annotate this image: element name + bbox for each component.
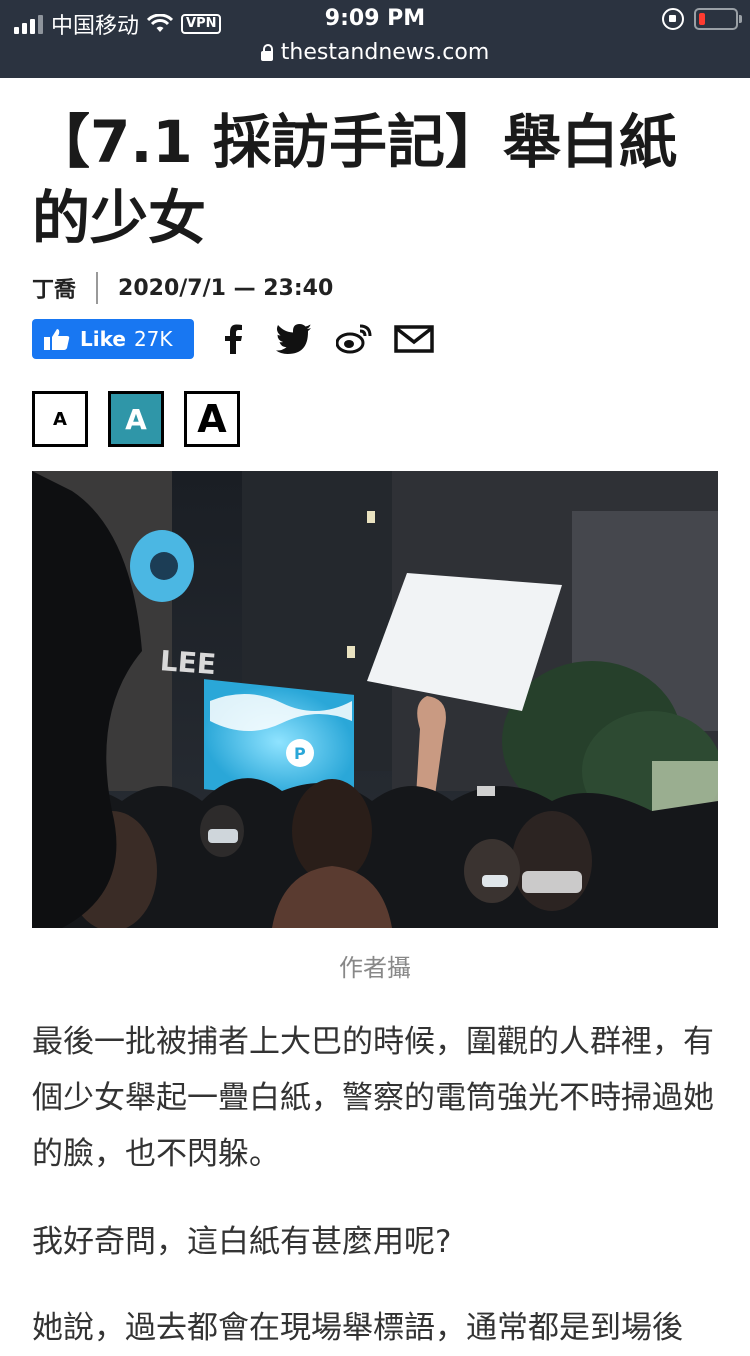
font-size-large-button[interactable]: A: [184, 391, 240, 447]
protest-photo-illustration: P LEE: [32, 471, 718, 928]
meta-divider: [96, 272, 99, 304]
facebook-share-button[interactable]: [214, 319, 254, 359]
address-bar[interactable]: thestandnews.com: [0, 40, 750, 65]
paragraph: 我好奇問，這白紙有甚麼用呢?: [32, 1224, 452, 1260]
author-name[interactable]: 丁喬: [32, 272, 76, 304]
font-size-medium-button[interactable]: A: [108, 391, 164, 447]
svg-text:LEE: LEE: [159, 644, 217, 681]
photo-caption: 作者攝: [339, 954, 411, 982]
twitter-icon: [276, 324, 311, 354]
thumbs-up-icon: [44, 329, 70, 350]
article-title: 【7.1 採訪手記】舉白紙的少女: [32, 108, 677, 252]
article-meta: 丁喬 2020/7/1 — 23:40: [32, 272, 333, 304]
like-count: 27K: [133, 327, 173, 351]
weibo-share-button[interactable]: [334, 319, 374, 359]
status-right: [662, 8, 742, 30]
status-time: 9:09 PM: [324, 6, 426, 31]
twitter-share-button[interactable]: [274, 319, 314, 359]
font-size-controls: A A A: [32, 391, 240, 447]
status-bar: 中国移动 VPN 9:09 PM thestandnews.com: [0, 0, 750, 78]
font-size-small-button[interactable]: A: [32, 391, 88, 447]
svg-text:P: P: [294, 744, 306, 763]
lock-icon: [260, 44, 273, 61]
facebook-icon: [225, 324, 242, 354]
email-share-button[interactable]: [394, 319, 434, 359]
facebook-like-button[interactable]: Like 27K: [32, 319, 194, 359]
rotation-lock-icon: [662, 8, 684, 30]
battery-icon: [694, 8, 742, 30]
like-label: Like: [80, 327, 126, 351]
share-bar: Like 27K: [32, 319, 434, 359]
weibo-icon: [336, 324, 372, 354]
paragraph: 最後一批被捕者上大巴的時候，圍觀的人群裡，有個少女舉起一疊白紙，警察的電筒強光不…: [32, 1024, 714, 1172]
mail-icon: [394, 325, 434, 353]
publish-datetime: 2020/7/1 — 23:40: [118, 275, 334, 301]
article-photo[interactable]: P LEE: [32, 471, 718, 928]
paragraph: 她說，過去都會在現場舉標語，通常都是到場後: [32, 1310, 683, 1346]
url-text: thestandnews.com: [280, 40, 490, 65]
